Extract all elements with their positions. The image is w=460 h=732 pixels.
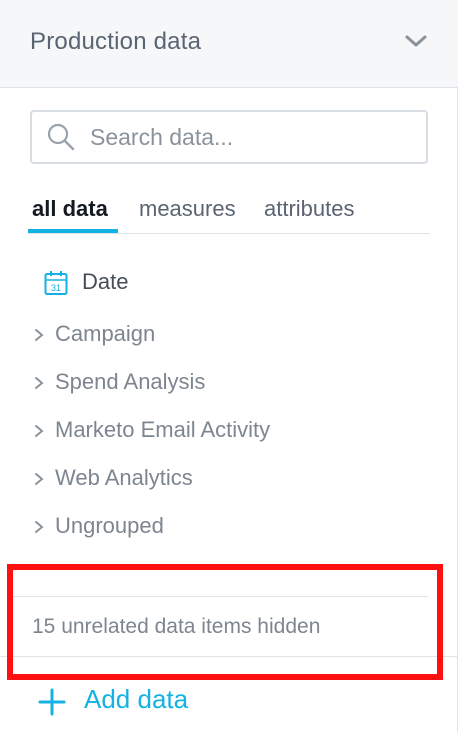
group-label: Ungrouped: [55, 513, 164, 538]
data-panel: Production data all data measures attrib…: [0, 0, 458, 732]
chevron-right-icon: [35, 377, 44, 389]
hidden-items-notice: 15 unrelated data items hidden: [12, 596, 428, 656]
chevron-down-icon[interactable]: [404, 32, 428, 50]
calendar-icon-text: 31: [51, 283, 61, 293]
chevron-right-icon: [35, 329, 44, 341]
group-label: Spend Analysis: [55, 369, 206, 394]
search-icon: [47, 123, 75, 151]
chevron-right-icon: [35, 521, 44, 533]
active-tab-indicator: [28, 229, 118, 233]
tab-all-data[interactable]: all data: [32, 196, 108, 222]
panel-title: Production data: [30, 28, 202, 55]
date-label: Date: [82, 269, 129, 294]
tab-bar: all data measures attributes: [28, 190, 430, 234]
add-data-label: Add data: [84, 684, 189, 714]
tab-attributes[interactable]: attributes: [264, 196, 355, 222]
footer-divider: [0, 656, 458, 657]
group-label: Marketo Email Activity: [55, 417, 271, 442]
chevron-right-icon: [35, 425, 44, 437]
group-label: Web Analytics: [55, 465, 193, 490]
chevron-right-icon: [35, 473, 44, 485]
plus-icon: [38, 688, 66, 716]
search-input[interactable]: [90, 112, 410, 162]
search-box[interactable]: [30, 110, 428, 164]
hidden-items-text: 15 unrelated data items hidden: [32, 615, 321, 638]
tab-measures[interactable]: measures: [139, 196, 236, 222]
panel-header[interactable]: Production data: [0, 0, 458, 88]
calendar-icon: 31: [44, 271, 68, 295]
group-label: Campaign: [55, 321, 156, 346]
